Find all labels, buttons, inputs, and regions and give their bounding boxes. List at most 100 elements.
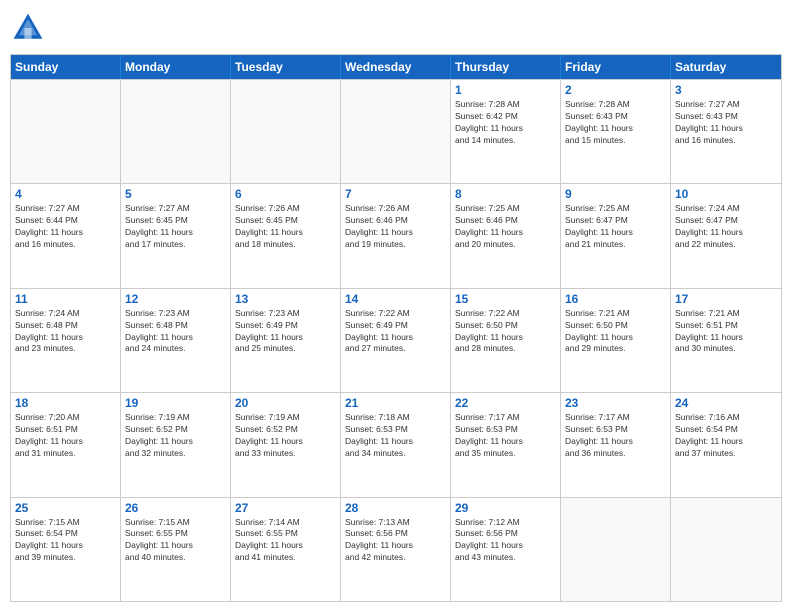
- day-info: Sunrise: 7:26 AM Sunset: 6:46 PM Dayligh…: [345, 203, 446, 251]
- calendar-cell: 5 Sunrise: 7:27 AM Sunset: 6:45 PM Daylig…: [121, 184, 231, 287]
- day-number: 4: [15, 187, 116, 201]
- day-of-week-header: Friday: [561, 55, 671, 79]
- calendar-cell: 11 Sunrise: 7:24 AM Sunset: 6:48 PM Dayli…: [11, 289, 121, 392]
- day-info: Sunrise: 7:26 AM Sunset: 6:45 PM Dayligh…: [235, 203, 336, 251]
- day-number: 19: [125, 396, 226, 410]
- day-info: Sunrise: 7:14 AM Sunset: 6:55 PM Dayligh…: [235, 517, 336, 565]
- day-number: 11: [15, 292, 116, 306]
- calendar-cell: 4 Sunrise: 7:27 AM Sunset: 6:44 PM Daylig…: [11, 184, 121, 287]
- calendar-cell: [121, 80, 231, 183]
- calendar-cell: 12 Sunrise: 7:23 AM Sunset: 6:48 PM Dayli…: [121, 289, 231, 392]
- calendar-week-row: 11 Sunrise: 7:24 AM Sunset: 6:48 PM Dayli…: [11, 288, 781, 392]
- day-number: 12: [125, 292, 226, 306]
- calendar-cell: 3 Sunrise: 7:27 AM Sunset: 6:43 PM Daylig…: [671, 80, 781, 183]
- calendar-body: 1 Sunrise: 7:28 AM Sunset: 6:42 PM Daylig…: [11, 79, 781, 601]
- day-info: Sunrise: 7:28 AM Sunset: 6:42 PM Dayligh…: [455, 99, 556, 147]
- calendar-cell: 13 Sunrise: 7:23 AM Sunset: 6:49 PM Dayli…: [231, 289, 341, 392]
- calendar-week-row: 18Sunrise: 7:20 AM Sunset: 6:51 PM Dayli…: [11, 392, 781, 496]
- day-info: Sunrise: 7:27 AM Sunset: 6:44 PM Dayligh…: [15, 203, 116, 251]
- day-info: Sunrise: 7:19 AM Sunset: 6:52 PM Dayligh…: [125, 412, 226, 460]
- calendar-cell: 8 Sunrise: 7:25 AM Sunset: 6:46 PM Daylig…: [451, 184, 561, 287]
- day-info: Sunrise: 7:27 AM Sunset: 6:45 PM Dayligh…: [125, 203, 226, 251]
- day-info: Sunrise: 7:25 AM Sunset: 6:46 PM Dayligh…: [455, 203, 556, 251]
- day-number: 15: [455, 292, 556, 306]
- calendar-week-row: 4 Sunrise: 7:27 AM Sunset: 6:44 PM Daylig…: [11, 183, 781, 287]
- calendar-cell: 20 Sunrise: 7:19 AM Sunset: 6:52 PM Dayli…: [231, 393, 341, 496]
- day-number: 23: [565, 396, 666, 410]
- calendar-cell: 29 Sunrise: 7:12 AM Sunset: 6:56 PM Dayli…: [451, 498, 561, 601]
- day-info: Sunrise: 7:15 AM Sunset: 6:54 PM Dayligh…: [15, 517, 116, 565]
- day-of-week-header: Tuesday: [231, 55, 341, 79]
- day-number: 22: [455, 396, 556, 410]
- day-info: Sunrise: 7:21 AM Sunset: 6:51 PM Dayligh…: [675, 308, 777, 356]
- calendar-cell: 22 Sunrise: 7:17 AM Sunset: 6:53 PM Dayli…: [451, 393, 561, 496]
- day-info: Sunrise: 7:24 AM Sunset: 6:48 PM Dayligh…: [15, 308, 116, 356]
- logo-icon: [10, 10, 46, 46]
- day-info: Sunrise: 7:23 AM Sunset: 6:48 PM Dayligh…: [125, 308, 226, 356]
- day-info: Sunrise: 7:19 AM Sunset: 6:52 PM Dayligh…: [235, 412, 336, 460]
- day-info: Sunrise: 7:17 AM Sunset: 6:53 PM Dayligh…: [455, 412, 556, 460]
- day-number: 13: [235, 292, 336, 306]
- calendar-cell: 27 Sunrise: 7:14 AM Sunset: 6:55 PM Dayli…: [231, 498, 341, 601]
- day-info: Sunrise: 7:25 AM Sunset: 6:47 PM Dayligh…: [565, 203, 666, 251]
- day-number: 18: [15, 396, 116, 410]
- calendar-cell: 14Sunrise: 7:22 AM Sunset: 6:49 PM Dayli…: [341, 289, 451, 392]
- day-info: Sunrise: 7:13 AM Sunset: 6:56 PM Dayligh…: [345, 517, 446, 565]
- calendar-cell: [341, 80, 451, 183]
- logo: [10, 10, 52, 46]
- calendar-header: SundayMondayTuesdayWednesdayThursdayFrid…: [11, 55, 781, 79]
- day-info: Sunrise: 7:16 AM Sunset: 6:54 PM Dayligh…: [675, 412, 777, 460]
- day-info: Sunrise: 7:22 AM Sunset: 6:49 PM Dayligh…: [345, 308, 446, 356]
- calendar-cell: 19 Sunrise: 7:19 AM Sunset: 6:52 PM Dayli…: [121, 393, 231, 496]
- day-number: 24: [675, 396, 777, 410]
- calendar-cell: 2Sunrise: 7:28 AM Sunset: 6:43 PM Daylig…: [561, 80, 671, 183]
- day-of-week-header: Thursday: [451, 55, 561, 79]
- day-of-week-header: Saturday: [671, 55, 781, 79]
- day-number: 1: [455, 83, 556, 97]
- day-number: 2: [565, 83, 666, 97]
- day-of-week-header: Monday: [121, 55, 231, 79]
- day-info: Sunrise: 7:17 AM Sunset: 6:53 PM Dayligh…: [565, 412, 666, 460]
- day-number: 27: [235, 501, 336, 515]
- day-number: 29: [455, 501, 556, 515]
- calendar-cell: 17 Sunrise: 7:21 AM Sunset: 6:51 PM Dayli…: [671, 289, 781, 392]
- day-info: Sunrise: 7:12 AM Sunset: 6:56 PM Dayligh…: [455, 517, 556, 565]
- day-number: 9: [565, 187, 666, 201]
- calendar-cell: [231, 80, 341, 183]
- calendar: SundayMondayTuesdayWednesdayThursdayFrid…: [10, 54, 782, 602]
- calendar-cell: [671, 498, 781, 601]
- calendar-cell: 26 Sunrise: 7:15 AM Sunset: 6:55 PM Dayli…: [121, 498, 231, 601]
- day-number: 6: [235, 187, 336, 201]
- calendar-cell: 21 Sunrise: 7:18 AM Sunset: 6:53 PM Dayli…: [341, 393, 451, 496]
- day-info: Sunrise: 7:18 AM Sunset: 6:53 PM Dayligh…: [345, 412, 446, 460]
- day-info: Sunrise: 7:23 AM Sunset: 6:49 PM Dayligh…: [235, 308, 336, 356]
- day-number: 5: [125, 187, 226, 201]
- calendar-cell: 7Sunrise: 7:26 AM Sunset: 6:46 PM Daylig…: [341, 184, 451, 287]
- day-info: Sunrise: 7:24 AM Sunset: 6:47 PM Dayligh…: [675, 203, 777, 251]
- day-of-week-header: Wednesday: [341, 55, 451, 79]
- calendar-cell: 9 Sunrise: 7:25 AM Sunset: 6:47 PM Daylig…: [561, 184, 671, 287]
- calendar-cell: 23 Sunrise: 7:17 AM Sunset: 6:53 PM Dayli…: [561, 393, 671, 496]
- calendar-cell: 18Sunrise: 7:20 AM Sunset: 6:51 PM Dayli…: [11, 393, 121, 496]
- calendar-cell: [11, 80, 121, 183]
- calendar-cell: 28 Sunrise: 7:13 AM Sunset: 6:56 PM Dayli…: [341, 498, 451, 601]
- day-number: 28: [345, 501, 446, 515]
- calendar-cell: [561, 498, 671, 601]
- day-info: Sunrise: 7:21 AM Sunset: 6:50 PM Dayligh…: [565, 308, 666, 356]
- header: [10, 10, 782, 46]
- calendar-cell: 25Sunrise: 7:15 AM Sunset: 6:54 PM Dayli…: [11, 498, 121, 601]
- day-info: Sunrise: 7:15 AM Sunset: 6:55 PM Dayligh…: [125, 517, 226, 565]
- day-number: 3: [675, 83, 777, 97]
- day-number: 16: [565, 292, 666, 306]
- day-number: 26: [125, 501, 226, 515]
- day-number: 8: [455, 187, 556, 201]
- page: SundayMondayTuesdayWednesdayThursdayFrid…: [0, 0, 792, 612]
- day-number: 21: [345, 396, 446, 410]
- day-info: Sunrise: 7:27 AM Sunset: 6:43 PM Dayligh…: [675, 99, 777, 147]
- calendar-cell: 16 Sunrise: 7:21 AM Sunset: 6:50 PM Dayli…: [561, 289, 671, 392]
- day-number: 17: [675, 292, 777, 306]
- day-number: 20: [235, 396, 336, 410]
- calendar-cell: 10Sunrise: 7:24 AM Sunset: 6:47 PM Dayli…: [671, 184, 781, 287]
- day-info: Sunrise: 7:22 AM Sunset: 6:50 PM Dayligh…: [455, 308, 556, 356]
- calendar-cell: 6 Sunrise: 7:26 AM Sunset: 6:45 PM Daylig…: [231, 184, 341, 287]
